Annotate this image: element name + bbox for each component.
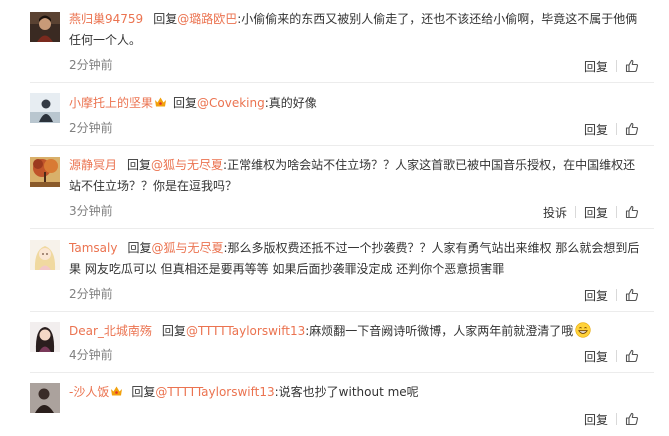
comment-body: :麻烦翻一下音阙诗听微博，人家两年前就澄清了哦 — [305, 324, 574, 338]
avatar[interactable] — [30, 157, 60, 187]
username-link[interactable]: -沙人饭 — [69, 385, 109, 399]
action-divider — [574, 206, 576, 218]
reply-label: 回复 — [127, 158, 152, 172]
action-divider — [616, 413, 617, 425]
report-button[interactable]: 投诉 — [543, 202, 567, 222]
reply-label: 回复 — [127, 241, 152, 255]
reply-button[interactable]: 回复 — [584, 285, 608, 305]
thumbs-up-icon — [625, 349, 639, 363]
comment-text: 小摩托上的坚果 回复@Coveking:真的好像 — [69, 93, 647, 114]
grin-emoji-icon — [575, 322, 591, 338]
divider — [30, 228, 654, 229]
crown-badge-icon — [155, 97, 167, 107]
divider — [30, 311, 654, 312]
avatar[interactable] — [30, 12, 60, 42]
mention-link[interactable]: @狐与无尽夏 — [151, 241, 223, 255]
comment-actions: 回复 — [584, 346, 639, 366]
avatar[interactable] — [30, 383, 60, 413]
timestamp: 2分钟前 — [69, 287, 113, 301]
like-button[interactable] — [625, 409, 639, 429]
mention-link[interactable]: @TTTTTaylorswift13 — [155, 385, 274, 399]
reply-button[interactable]: 回复 — [584, 202, 608, 222]
username-link[interactable]: 小摩托上的坚果 — [69, 96, 153, 110]
like-button[interactable] — [625, 285, 639, 305]
action-divider — [616, 289, 617, 301]
reply-button[interactable]: 回复 — [584, 346, 608, 366]
username-link[interactable]: Tamsaly — [69, 241, 117, 255]
reply-button[interactable]: 回复 — [584, 119, 608, 139]
mention-link[interactable]: @TTTTTaylorswift13 — [186, 324, 305, 338]
comment-actions: 投诉 回复 — [543, 202, 639, 222]
crown-badge-icon — [111, 386, 123, 396]
comment-actions: 回复 — [584, 56, 639, 76]
comment-text: Tamsaly 回复@狐与无尽夏:那么多版权费还抵不过一个抄袭费？？人家有勇气站出… — [69, 238, 647, 280]
comment-text: -沙人饭 回复@TTTTTaylorswift13:说客也抄了without me… — [69, 382, 647, 403]
action-divider — [616, 123, 617, 135]
timestamp: 2分钟前 — [69, 121, 113, 135]
comment-text: 燕归巢94759 回复@璐路欧巴:小偷偷来的东西又被别人偷走了，还也不该还给小偷啊… — [69, 9, 647, 51]
comment-actions: 回复 — [584, 285, 639, 305]
reply-label: 回复 — [161, 324, 186, 338]
username-link[interactable]: 燕归巢94759 — [69, 12, 143, 26]
divider — [30, 82, 654, 83]
thumbs-up-icon — [625, 288, 639, 302]
divider — [30, 145, 654, 146]
avatar[interactable] — [30, 322, 60, 352]
comment-text: 源静冥月 回复@狐与无尽夏:正常维权为啥会站不住立场？？人家这首歌已被中国音乐授权… — [69, 155, 647, 197]
mention-link[interactable]: @璐路欧巴 — [177, 12, 237, 26]
like-button[interactable] — [625, 56, 639, 76]
mention-link[interactable]: @狐与无尽夏 — [151, 158, 223, 172]
username-link[interactable]: Dear_北城南殇 — [69, 324, 152, 338]
timestamp: 2分钟前 — [69, 58, 113, 72]
thumbs-up-icon — [625, 205, 639, 219]
comment-body: :真的好像 — [264, 96, 317, 110]
reply-label: 回复 — [153, 12, 178, 26]
action-divider — [616, 60, 617, 72]
reply-label: 回复 — [131, 385, 156, 399]
thumbs-up-icon — [625, 122, 639, 136]
avatar[interactable] — [30, 93, 60, 123]
thumbs-up-icon — [625, 412, 639, 426]
mention-link[interactable]: @Coveking — [197, 96, 265, 110]
like-button[interactable] — [625, 346, 639, 366]
divider — [30, 372, 654, 373]
reply-label: 回复 — [173, 96, 198, 110]
comment-body: :说客也抄了without me呢 — [274, 385, 419, 399]
reply-button[interactable]: 回复 — [584, 56, 608, 76]
like-button[interactable] — [625, 202, 639, 222]
comment-actions: 回复 — [584, 409, 639, 429]
thumbs-up-icon — [625, 59, 639, 73]
action-divider — [616, 350, 617, 362]
timestamp: 3分钟前 — [69, 204, 113, 218]
reply-button[interactable]: 回复 — [584, 409, 608, 429]
comment-text: Dear_北城南殇 回复@TTTTTaylorswift13:麻烦翻一下音阙诗听微… — [69, 321, 647, 342]
like-button[interactable] — [625, 119, 639, 139]
timestamp: 4分钟前 — [69, 348, 113, 362]
avatar[interactable] — [30, 240, 60, 270]
username-link[interactable]: 源静冥月 — [69, 158, 117, 172]
action-divider — [616, 206, 617, 218]
comment-actions: 回复 — [584, 119, 639, 139]
